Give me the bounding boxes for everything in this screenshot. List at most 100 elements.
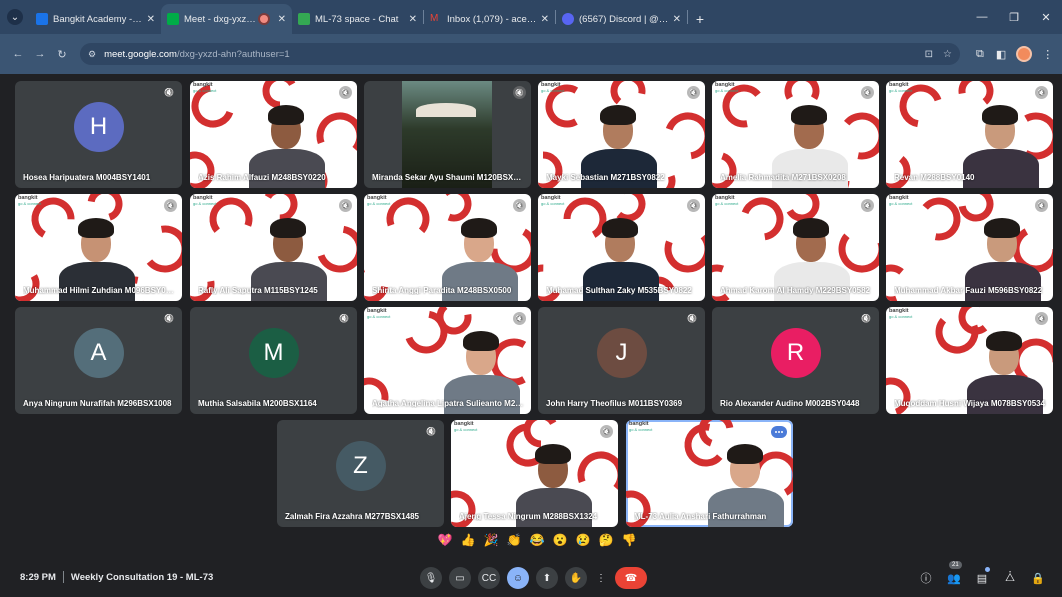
close-icon[interactable]: ✕ — [147, 14, 155, 25]
reaction-emoji-button[interactable]: 😢 — [574, 533, 592, 547]
more-icon[interactable]: ⋮ — [594, 567, 608, 589]
site-info-icon[interactable]: ⚙ — [88, 49, 96, 60]
host-controls-icon[interactable]: 🔒 — [1030, 567, 1046, 589]
mic-muted-icon: 🔇 — [513, 86, 526, 99]
participant-tile[interactable]: R 🔇 Rio Alexander Audino M002BSY0448 — [712, 307, 879, 414]
browser-tab-bar: ⌄ Bangkit Academy - Calendar - ✕ Meet - … — [0, 0, 1062, 34]
participant-tile[interactable]: H 🔇 Hosea Haripuatera M004BSY1401 — [15, 81, 182, 188]
reaction-emoji-button[interactable]: 👍 — [459, 533, 477, 547]
close-icon[interactable]: ✕ — [278, 14, 286, 25]
restore-icon[interactable]: ❐ — [998, 0, 1030, 34]
close-icon[interactable]: ✕ — [673, 14, 681, 25]
participant-tile[interactable]: bangkit go & connect 🔇 Revan M288BSY0140 — [886, 81, 1053, 188]
reaction-emoji-button[interactable]: 👏 — [505, 533, 523, 547]
browser-tab-meet[interactable]: Meet - dxg-yxzd-ahn ✕ — [161, 4, 292, 34]
camera-icon[interactable]: ▭ — [449, 567, 471, 589]
close-icon[interactable]: ✕ — [541, 14, 549, 25]
new-tab-button[interactable]: + — [688, 4, 712, 34]
bangkit-tagline: go & connect — [629, 426, 653, 432]
participant-name: Ajeng Tessa Ningrum M288BSX1324 — [459, 512, 598, 521]
extensions-icon[interactable]: ⧉ — [976, 48, 984, 61]
reaction-emoji-button[interactable]: 😮 — [551, 533, 569, 547]
close-icon[interactable]: ✕ — [409, 14, 417, 25]
person-hair — [270, 218, 306, 238]
mic-muted-icon: 🔇 — [687, 86, 700, 99]
reaction-emoji-button[interactable]: 👎 — [620, 533, 638, 547]
mic-muted-icon: 🔇 — [861, 314, 871, 323]
participant-tile[interactable]: M 🔇 Muthia Salsabila M200BSX1164 — [190, 307, 357, 414]
bookmark-star-icon[interactable]: ☆ — [943, 49, 952, 60]
participant-tile[interactable]: bangkit go & connect 🔇 Muhammad Akbar Fauzi… — [886, 194, 1053, 301]
garden-scene — [402, 81, 492, 188]
captions-icon[interactable]: CC — [478, 567, 500, 589]
participant-tile[interactable]: bangkit go & connect 🔇 Amelia Rahmadita M27… — [712, 81, 879, 188]
participant-tile[interactable]: bangkit go & connect 🔇 Azis Rahim Alfauzi M… — [190, 81, 357, 188]
profile-avatar-icon[interactable] — [1018, 48, 1031, 60]
bangkit-tagline: go & connect — [541, 87, 565, 93]
participant-tile[interactable]: Z 🔇 Zalmah Fira Azzahra M277BSX1485 — [277, 420, 444, 527]
person-hair — [535, 444, 571, 464]
bangkit-logo: bangkit go & connect — [889, 82, 913, 93]
kebab-menu-icon[interactable]: ⋮ — [1042, 48, 1053, 61]
participant-tile[interactable]: bangkit go & connect 🔇 Rafly Ali Saputra M1… — [190, 194, 357, 301]
participant-tile[interactable]: bangkit go & connect 🔇 Muhamad Sulthan Zaky… — [538, 194, 705, 301]
mic-icon[interactable]: 🎙 — [420, 567, 442, 589]
info-icon[interactable]: ⓘ — [918, 567, 934, 589]
participant-tile[interactable]: bangkit go & connect ML-73 Aulia Anshari F… — [626, 420, 793, 527]
reaction-emoji-button[interactable]: 😂 — [528, 533, 546, 547]
address-bar: ← → ↻ ⚙ meet.google.com /dxg-yxzd-ahn?au… — [0, 34, 1062, 74]
people-icon[interactable]: 👥 21 — [946, 561, 962, 589]
bangkit-logo: bangkit go & connect — [193, 195, 217, 206]
install-app-icon[interactable]: ⊡ — [925, 49, 933, 60]
person-torso — [965, 262, 1041, 301]
participant-tile[interactable]: bangkit go & connect 🔇 Muhammad Hilmi Zuhdi… — [15, 194, 182, 301]
reload-icon[interactable]: ↻ — [52, 44, 72, 64]
person-torso — [442, 262, 518, 301]
participant-tile[interactable]: bangkit go & connect 🔇 Mayki Sebastian M271… — [538, 81, 705, 188]
emoji-icon[interactable]: ☺ — [507, 567, 529, 589]
participant-name: Miranda Sekar Ayu Shaumi M120BSX06... — [372, 173, 525, 182]
participant-tile[interactable]: A 🔇 Anya Ningrum Nurafifah M296BSX1008 — [15, 307, 182, 414]
activities-icon[interactable]: ⧊ — [1002, 567, 1018, 589]
participant-tile[interactable]: bangkit go & connect 🔇 Agatha Angelina Lipa… — [364, 307, 531, 414]
participant-name: Ahmad Karom Al Hamdy M229BSY0582 — [720, 286, 870, 295]
browser-tab-discord[interactable]: (6567) Discord | @Kosmas ✕ — [556, 4, 687, 34]
recording-indicator-icon — [259, 15, 268, 23]
mic-muted-icon: 🔇 — [687, 199, 700, 212]
browser-tab-gmail[interactable]: M Inbox (1,079) - acelya@bangkit ✕ — [424, 4, 555, 34]
chat-icon[interactable]: ▤ — [974, 567, 990, 589]
reaction-emoji-button[interactable]: 💖 — [436, 533, 454, 547]
mic-muted-icon: 🔇 — [164, 199, 177, 212]
present-icon[interactable]: ⬆ — [536, 567, 558, 589]
participant-name: Rafly Ali Saputra M115BSY1245 — [198, 286, 318, 295]
participant-count-badge: 21 — [949, 561, 962, 569]
url-path: /dxg-yxzd-ahn?authuser=1 — [176, 48, 290, 60]
participant-name: Amelia Rahmadita M271BSX0208 — [720, 173, 846, 182]
raise-hand-icon[interactable]: ✋ — [565, 567, 587, 589]
reaction-emoji-button[interactable]: 🎉 — [482, 533, 500, 547]
bangkit-tagline: go & connect — [367, 200, 391, 206]
bangkit-logo: bangkit go & connect — [367, 195, 391, 206]
participant-tile[interactable]: 🔇 Miranda Sekar Ayu Shaumi M120BSX06... — [364, 81, 531, 188]
reaction-emoji-button[interactable]: 🤔 — [597, 533, 615, 547]
participant-tile[interactable]: bangkit go & connect 🔇 Ajeng Tessa Ningrum … — [451, 420, 618, 527]
minimize-icon[interactable]: — — [966, 0, 998, 34]
participant-name: Revan M288BSY0140 — [894, 173, 975, 182]
person-torso — [59, 262, 135, 301]
sidepanel-icon[interactable]: ◧ — [996, 48, 1006, 61]
participant-name: Hosea Haripuatera M004BSY1401 — [23, 173, 151, 182]
participant-tile[interactable]: bangkit go & connect 🔇 Ahmad Karom Al Hamdy… — [712, 194, 879, 301]
leave-call-icon[interactable]: ☎ — [615, 567, 647, 589]
close-window-icon[interactable]: ✕ — [1030, 0, 1062, 34]
back-arrow-icon[interactable]: ← — [8, 44, 28, 64]
person-torso — [251, 262, 327, 301]
participant-tile[interactable]: bangkit go & connect 🔇 Muqoddam Husni Wijay… — [886, 307, 1053, 414]
browser-tab-chat[interactable]: ML-73 space - Chat ✕ — [292, 4, 423, 34]
participant-tile[interactable]: bangkit go & connect 🔇 Shinta Anggi Paradit… — [364, 194, 531, 301]
participant-tile[interactable]: J 🔇 John Harry Theofilus M011BSY0369 — [538, 307, 705, 414]
url-input[interactable]: ⚙ meet.google.com /dxg-yxzd-ahn?authuser… — [80, 43, 960, 65]
browser-tab-calendar[interactable]: Bangkit Academy - Calendar - ✕ — [30, 4, 161, 34]
forward-arrow-icon[interactable]: → — [30, 44, 50, 64]
person-hair — [602, 218, 638, 238]
tab-search-button[interactable]: ⌄ — [0, 0, 30, 34]
